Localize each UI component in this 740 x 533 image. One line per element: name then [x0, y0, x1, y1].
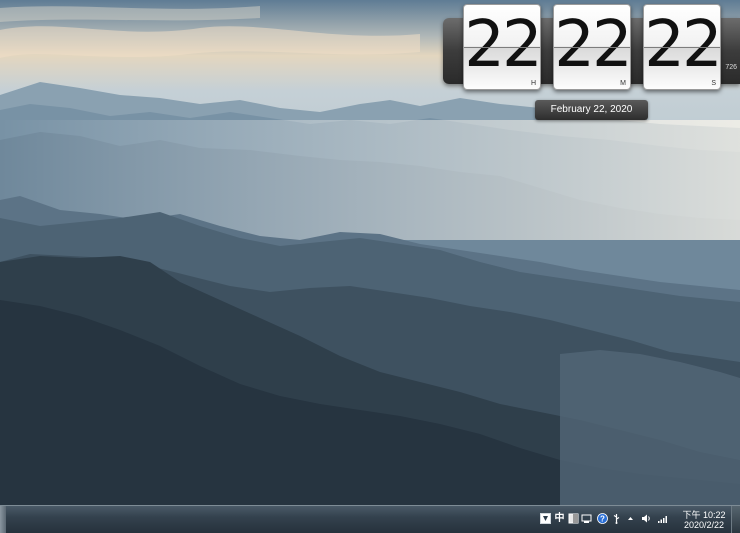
- usb-icon[interactable]: [611, 513, 622, 524]
- start-button-edge[interactable]: [0, 506, 6, 533]
- minutes-hinge: [554, 47, 630, 48]
- hours-label: H: [530, 80, 536, 87]
- hours-card: 22 H: [463, 4, 543, 90]
- clock-extra-text: 726: [725, 64, 737, 71]
- ime-mode-icon[interactable]: [568, 513, 579, 524]
- taskbar-clock[interactable]: 下午 10:22 2020/2/22: [676, 506, 732, 533]
- chinese-ime-icon[interactable]: 中: [554, 513, 565, 524]
- show-hidden-icons-arrow[interactable]: [625, 513, 636, 524]
- seconds-digits: 22: [644, 8, 722, 82]
- network-manager-icon[interactable]: [581, 513, 592, 524]
- taskbar-date: 2020/2/22: [683, 520, 725, 530]
- hours-hinge: [464, 47, 540, 48]
- minutes-card: 22 M: [553, 4, 633, 90]
- seconds-hinge: [644, 47, 720, 48]
- flip-clock-gadget[interactable]: 22 H 22 M 22 S 726: [443, 4, 740, 100]
- help-icon[interactable]: ?: [597, 513, 608, 524]
- system-tray[interactable]: 中 ?: [535, 506, 675, 533]
- taskbar[interactable]: 中 ? 下午 10:22 2020/2/22: [0, 505, 740, 533]
- minutes-digits: 22: [554, 8, 632, 82]
- seconds-label: S: [711, 80, 716, 87]
- minutes-label: M: [620, 80, 626, 87]
- signal-icon[interactable]: [657, 513, 668, 524]
- show-desktop-button[interactable]: [731, 506, 740, 533]
- desktop[interactable]: 22 H 22 M 22 S 726 February 22, 2020 中 ?…: [0, 0, 740, 533]
- seconds-card: 22 S: [643, 4, 723, 90]
- volume-icon[interactable]: [641, 513, 652, 524]
- svg-text:?: ?: [600, 514, 605, 523]
- clock-date-label: February 22, 2020: [535, 100, 648, 120]
- hours-digits: 22: [464, 8, 542, 82]
- input-method-icon[interactable]: [540, 513, 551, 524]
